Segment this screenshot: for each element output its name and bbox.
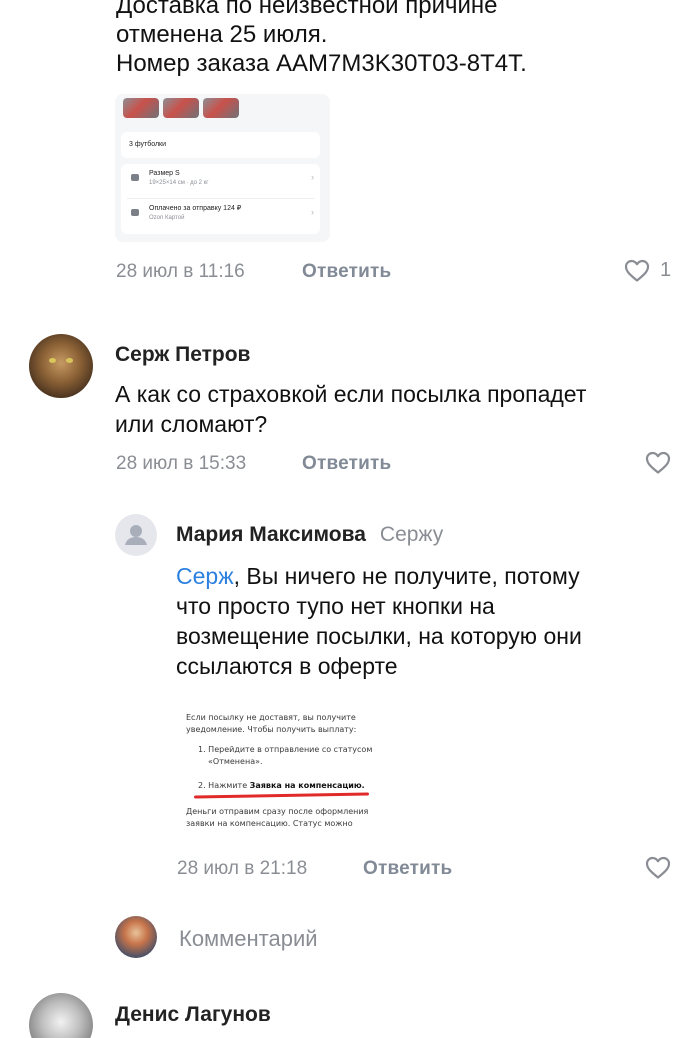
product-thumbnail — [123, 98, 159, 118]
doc-line-cut: ‾ ‾‾‾‾ ‾‾‾‾‾‾ ‾‾‾‾‾‾‾ — [186, 686, 266, 691]
like-button[interactable] — [645, 451, 671, 474]
comment-text-line: Номер заказа AAM7M3K30T03-8T4T. — [116, 50, 527, 77]
doc-line: Деньги отправим сразу после оформления — [186, 807, 369, 816]
avatar[interactable] — [115, 514, 157, 556]
like-button[interactable]: 1 — [624, 259, 671, 282]
heart-icon — [645, 856, 671, 879]
comment-text-line: Серж, Вы ничего не получите, потому — [176, 561, 686, 591]
comment-time: 28 июл в 21:18 — [177, 858, 308, 879]
comment-text-line: отменена 25 июля. — [116, 21, 328, 48]
heart-icon — [645, 451, 671, 474]
comment-text-line: Доставка по неизвестной причине — [116, 0, 498, 19]
comment-time: 28 июл в 15:33 — [116, 453, 247, 474]
comment-text: А как со страховкой если посылка пропаде… — [115, 379, 685, 439]
comment-author[interactable]: Мария Максимова — [176, 523, 366, 547]
comment-time: 28 июл в 11:16 — [116, 261, 245, 282]
product-thumbnail — [203, 98, 239, 118]
comment-text-line: что просто тупо нет кнопки на — [176, 593, 495, 619]
doc-line: заявки на компенсацию. Статус можно — [186, 819, 353, 828]
comment-author[interactable]: Денис Лагунов — [115, 1003, 271, 1027]
attached-document-screenshot[interactable]: ‾ ‾‾‾‾ ‾‾‾‾‾‾ ‾‾‾‾‾‾‾ Если посылку не до… — [180, 686, 385, 838]
like-button[interactable] — [645, 856, 671, 879]
order-details-block: Размер S 19×25×14 см · до 2 кг › Оплачен… — [121, 164, 320, 234]
like-count: 1 — [660, 259, 672, 281]
product-thumbnails — [123, 98, 239, 118]
comment-text: Доставка по неизвестной причине отменена… — [116, 0, 686, 78]
product-thumbnail — [163, 98, 199, 118]
comment-text: Серж, Вы ничего не получите, потому что … — [176, 561, 686, 681]
doc-line: «Отменена». — [208, 757, 263, 766]
reply-to-label[interactable]: Сержу — [380, 523, 443, 547]
doc-line: 1. Перейдите в отправление со статусом — [198, 745, 373, 754]
user-placeholder-icon — [125, 525, 147, 545]
order-items-block: 3 футболки — [121, 132, 320, 158]
comment-input[interactable]: Комментарий — [179, 926, 318, 952]
doc-line: 2. Нажмите Заявка на компенсацию. — [198, 780, 365, 791]
doc-line-prefix: 2. Нажмите — [198, 781, 250, 790]
chevron-right-icon: › — [311, 207, 314, 217]
avatar[interactable] — [29, 334, 93, 398]
comment-author[interactable]: Серж Петров — [115, 343, 250, 367]
reply-button[interactable]: Ответить — [363, 858, 452, 880]
comment-text-line: или сломают? — [115, 411, 268, 437]
avatar[interactable] — [29, 993, 93, 1038]
comment-text-line: ссылаются в оферте — [176, 653, 398, 679]
payment-subtitle: Ozon Картой — [149, 215, 185, 221]
reply-header: Мария Максимова Сержу — [176, 523, 443, 547]
payment-title: Оплачено за отправку 124 ₽ — [149, 205, 242, 212]
comment-text-line: возмещение посылки, на которую они — [176, 623, 582, 649]
box-icon — [131, 174, 139, 181]
red-underline — [193, 792, 370, 799]
attached-order-screenshot[interactable]: 3 футболки Размер S 19×25×14 см · до 2 к… — [115, 94, 330, 242]
avatar-detail — [49, 358, 56, 363]
heart-icon — [624, 259, 650, 282]
card-icon — [131, 209, 139, 216]
reply-button[interactable]: Ответить — [302, 261, 391, 283]
comment-text-line: А как со страховкой если посылка пропаде… — [115, 381, 587, 407]
reply-button[interactable]: Ответить — [302, 453, 391, 475]
size-title: Размер S — [149, 170, 180, 177]
divider — [127, 198, 314, 199]
doc-line-bold: Заявка на компенсацию. — [249, 781, 365, 790]
mention-link[interactable]: Серж — [176, 563, 234, 589]
comment-text-fragment: , Вы ничего не получите, потому — [233, 563, 580, 589]
doc-line: уведомление. Чтобы получить выплату: — [186, 725, 357, 734]
size-subtitle: 19×25×14 см · до 2 кг — [149, 180, 209, 186]
order-items-title: 3 футболки — [129, 141, 167, 148]
doc-line: Если посылку не доставят, вы получите — [186, 713, 356, 722]
current-user-avatar — [115, 916, 157, 958]
avatar-detail — [66, 358, 73, 363]
chevron-right-icon: › — [311, 172, 314, 182]
